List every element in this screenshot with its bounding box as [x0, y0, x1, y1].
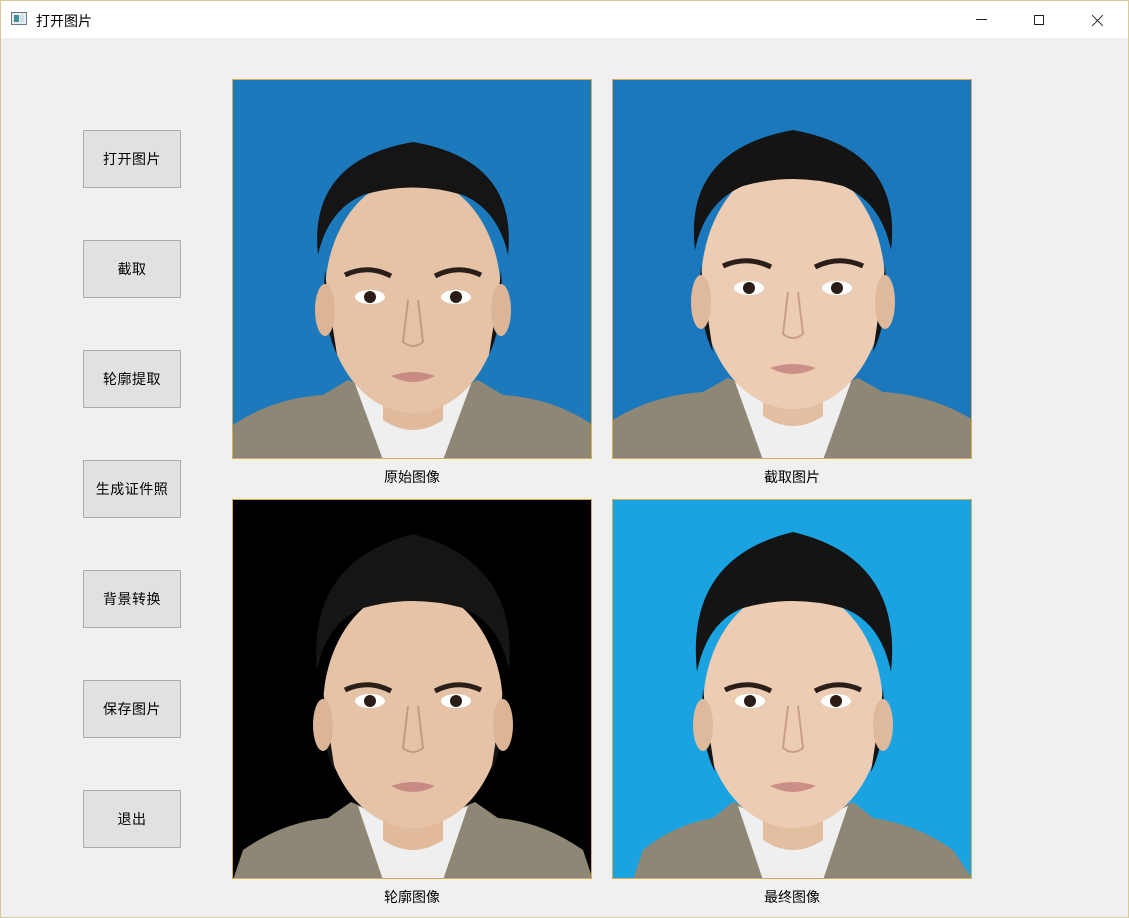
crop-button[interactable]: 截取	[83, 240, 181, 298]
original-image-caption: 原始图像	[384, 470, 440, 486]
contour-extract-button[interactable]: 轮廓提取	[83, 350, 181, 408]
contour-image-caption: 轮廓图像	[384, 890, 440, 906]
maximize-button[interactable]	[1010, 1, 1068, 38]
portrait-final	[613, 500, 971, 878]
title-bar: 打开图片	[1, 1, 1128, 38]
portrait-contour	[233, 500, 591, 878]
contour-image-panel	[232, 499, 592, 879]
open-image-button[interactable]: 打开图片	[83, 130, 181, 188]
portrait-original	[233, 80, 591, 458]
original-image-panel	[232, 79, 592, 459]
background-convert-button[interactable]: 背景转换	[83, 570, 181, 628]
cropped-image-panel	[612, 79, 972, 459]
save-image-button[interactable]: 保存图片	[83, 680, 181, 738]
final-image-caption: 最终图像	[764, 890, 820, 906]
portrait-cropped	[613, 80, 971, 458]
minimize-button[interactable]	[952, 1, 1010, 38]
final-image-panel	[612, 499, 972, 879]
app-window-icon	[11, 12, 27, 25]
window-title: 打开图片	[36, 14, 92, 30]
cropped-image-caption: 截取图片	[764, 470, 820, 486]
generate-id-photo-button[interactable]: 生成证件照	[83, 460, 181, 518]
maximize-icon	[1034, 14, 1044, 25]
close-button[interactable]	[1068, 1, 1126, 38]
exit-button[interactable]: 退出	[83, 790, 181, 848]
app-window: 打开图片 打开图片 截取 轮廓提取 生成证件照 背景转换 保存图片 退出 原始图…	[0, 0, 1129, 918]
close-icon	[1090, 13, 1104, 27]
minimize-icon	[975, 19, 987, 20]
